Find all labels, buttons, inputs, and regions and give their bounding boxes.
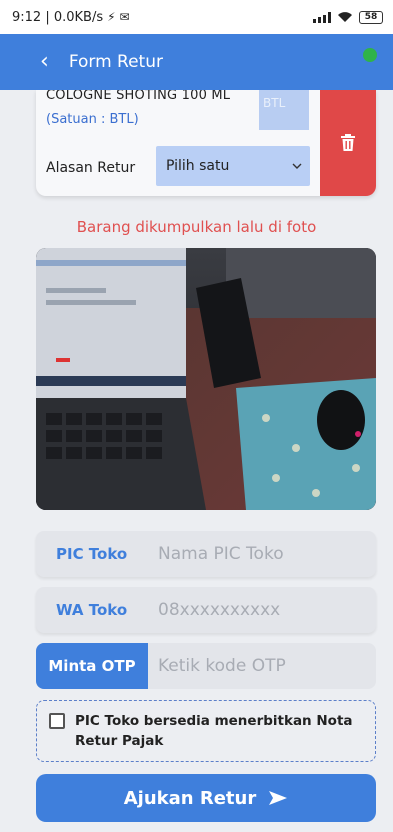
pic-toko-label: PIC Toko <box>56 545 128 563</box>
wifi-icon <box>338 12 352 22</box>
agreement-label: PIC Toko bersedia menerbitkan Nota Retur… <box>75 713 353 749</box>
chevron-down-icon <box>292 163 302 169</box>
item-photo[interactable] <box>36 248 376 510</box>
pic-toko-field[interactable]: PIC Toko Nama PIC Toko <box>36 531 376 577</box>
send-icon <box>269 791 288 805</box>
quantity-placeholder: BTL <box>263 96 286 110</box>
delete-item-button[interactable] <box>320 90 376 196</box>
reason-select[interactable]: Pilih satu <box>156 146 310 186</box>
status-time: 9:12 | 0.0KB/s <box>12 9 104 25</box>
quantity-input[interactable]: BTL <box>259 90 309 130</box>
reason-label: Alasan Retur <box>46 160 136 176</box>
signal-icon <box>313 11 331 23</box>
status-bar: 9:12 | 0.0KB/s ⚡ ✉ 58 <box>0 0 393 34</box>
app-bar: ‹ Form Retur <box>0 34 393 90</box>
otp-input[interactable]: Ketik kode OTP <box>148 643 286 689</box>
pic-toko-input[interactable]: Nama PIC Toko <box>158 544 284 564</box>
sync-off-icon: ⚡ <box>107 10 116 24</box>
return-item-card: COLOGNE SHOTING 100 ML (Satuan : BTL) BT… <box>36 90 376 196</box>
submit-return-button[interactable]: Ajukan Retur <box>36 774 376 822</box>
item-name: COLOGNE SHOTING 100 ML <box>46 90 231 103</box>
wa-toko-field[interactable]: WA Toko 08xxxxxxxxxx <box>36 587 376 633</box>
online-status-indicator <box>363 48 377 62</box>
status-left: 9:12 | 0.0KB/s ⚡ ✉ <box>12 10 130 25</box>
submit-label: Ajukan Retur <box>123 787 257 809</box>
item-unit: (Satuan : BTL) <box>46 112 139 127</box>
photo-image <box>36 248 376 510</box>
reason-select-value: Pilih satu <box>166 158 230 174</box>
request-otp-button[interactable]: Minta OTP <box>36 643 148 689</box>
photo-instruction: Barang dikumpulkan lalu di foto <box>76 218 317 236</box>
otp-field: Minta OTP Ketik kode OTP <box>36 643 376 689</box>
status-right: 58 <box>313 10 383 24</box>
wa-toko-input[interactable]: 08xxxxxxxxxx <box>158 600 280 620</box>
battery-level: 58 <box>364 12 378 22</box>
agreement-checkbox[interactable] <box>49 713 65 729</box>
trash-icon <box>341 134 355 151</box>
battery-icon: 58 <box>359 10 383 24</box>
back-icon[interactable]: ‹ <box>40 51 49 73</box>
tax-note-agreement: PIC Toko bersedia menerbitkan Nota Retur… <box>36 700 376 762</box>
mail-icon: ✉ <box>119 10 130 24</box>
wa-toko-label: WA Toko <box>56 601 128 619</box>
page-title: Form Retur <box>68 52 163 72</box>
